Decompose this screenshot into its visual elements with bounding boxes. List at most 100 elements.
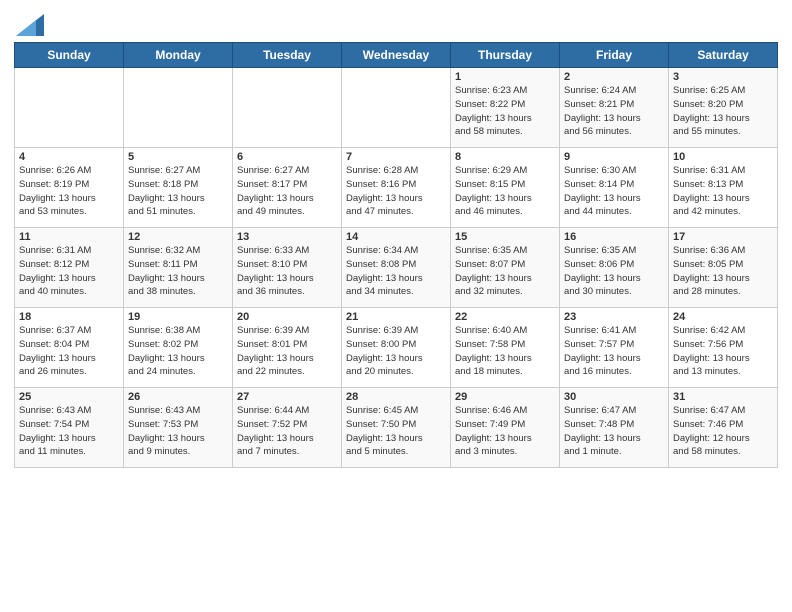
logo — [14, 14, 44, 36]
calendar-cell — [15, 68, 124, 148]
day-info: Sunrise: 6:23 AMSunset: 8:22 PMDaylight:… — [455, 84, 555, 139]
weekday-header-friday: Friday — [560, 43, 669, 68]
day-info: Sunrise: 6:39 AMSunset: 8:01 PMDaylight:… — [237, 324, 337, 379]
day-number: 18 — [19, 311, 119, 323]
day-number: 24 — [673, 311, 773, 323]
day-number: 25 — [19, 391, 119, 403]
calendar-cell: 1Sunrise: 6:23 AMSunset: 8:22 PMDaylight… — [451, 68, 560, 148]
calendar-cell: 25Sunrise: 6:43 AMSunset: 7:54 PMDayligh… — [15, 388, 124, 468]
day-info: Sunrise: 6:28 AMSunset: 8:16 PMDaylight:… — [346, 164, 446, 219]
day-info: Sunrise: 6:37 AMSunset: 8:04 PMDaylight:… — [19, 324, 119, 379]
day-number: 12 — [128, 231, 228, 243]
day-number: 28 — [346, 391, 446, 403]
day-number: 27 — [237, 391, 337, 403]
day-info: Sunrise: 6:25 AMSunset: 8:20 PMDaylight:… — [673, 84, 773, 139]
day-info: Sunrise: 6:45 AMSunset: 7:50 PMDaylight:… — [346, 404, 446, 459]
day-number: 23 — [564, 311, 664, 323]
logo-icon — [16, 14, 44, 36]
day-number: 11 — [19, 231, 119, 243]
weekday-header-wednesday: Wednesday — [342, 43, 451, 68]
weekday-header-row: SundayMondayTuesdayWednesdayThursdayFrid… — [15, 43, 778, 68]
calendar-cell — [233, 68, 342, 148]
weekday-header-saturday: Saturday — [669, 43, 778, 68]
day-number: 5 — [128, 151, 228, 163]
calendar-cell: 30Sunrise: 6:47 AMSunset: 7:48 PMDayligh… — [560, 388, 669, 468]
day-info: Sunrise: 6:31 AMSunset: 8:12 PMDaylight:… — [19, 244, 119, 299]
day-number: 9 — [564, 151, 664, 163]
calendar-cell: 10Sunrise: 6:31 AMSunset: 8:13 PMDayligh… — [669, 148, 778, 228]
calendar-cell: 15Sunrise: 6:35 AMSunset: 8:07 PMDayligh… — [451, 228, 560, 308]
day-info: Sunrise: 6:30 AMSunset: 8:14 PMDaylight:… — [564, 164, 664, 219]
day-number: 26 — [128, 391, 228, 403]
calendar-cell: 16Sunrise: 6:35 AMSunset: 8:06 PMDayligh… — [560, 228, 669, 308]
day-number: 17 — [673, 231, 773, 243]
calendar-cell: 4Sunrise: 6:26 AMSunset: 8:19 PMDaylight… — [15, 148, 124, 228]
day-info: Sunrise: 6:40 AMSunset: 7:58 PMDaylight:… — [455, 324, 555, 379]
day-info: Sunrise: 6:26 AMSunset: 8:19 PMDaylight:… — [19, 164, 119, 219]
calendar-week-row: 4Sunrise: 6:26 AMSunset: 8:19 PMDaylight… — [15, 148, 778, 228]
day-info: Sunrise: 6:24 AMSunset: 8:21 PMDaylight:… — [564, 84, 664, 139]
calendar-cell: 31Sunrise: 6:47 AMSunset: 7:46 PMDayligh… — [669, 388, 778, 468]
calendar-cell: 18Sunrise: 6:37 AMSunset: 8:04 PMDayligh… — [15, 308, 124, 388]
day-info: Sunrise: 6:47 AMSunset: 7:46 PMDaylight:… — [673, 404, 773, 459]
day-number: 19 — [128, 311, 228, 323]
calendar-cell: 6Sunrise: 6:27 AMSunset: 8:17 PMDaylight… — [233, 148, 342, 228]
calendar-week-row: 1Sunrise: 6:23 AMSunset: 8:22 PMDaylight… — [15, 68, 778, 148]
day-number: 29 — [455, 391, 555, 403]
calendar-cell: 5Sunrise: 6:27 AMSunset: 8:18 PMDaylight… — [124, 148, 233, 228]
day-number: 20 — [237, 311, 337, 323]
day-number: 16 — [564, 231, 664, 243]
calendar-cell: 17Sunrise: 6:36 AMSunset: 8:05 PMDayligh… — [669, 228, 778, 308]
day-number: 22 — [455, 311, 555, 323]
day-number: 31 — [673, 391, 773, 403]
day-number: 14 — [346, 231, 446, 243]
weekday-header-thursday: Thursday — [451, 43, 560, 68]
day-info: Sunrise: 6:47 AMSunset: 7:48 PMDaylight:… — [564, 404, 664, 459]
calendar-cell: 13Sunrise: 6:33 AMSunset: 8:10 PMDayligh… — [233, 228, 342, 308]
day-number: 4 — [19, 151, 119, 163]
day-info: Sunrise: 6:29 AMSunset: 8:15 PMDaylight:… — [455, 164, 555, 219]
calendar-cell: 23Sunrise: 6:41 AMSunset: 7:57 PMDayligh… — [560, 308, 669, 388]
calendar-cell: 7Sunrise: 6:28 AMSunset: 8:16 PMDaylight… — [342, 148, 451, 228]
calendar-cell: 8Sunrise: 6:29 AMSunset: 8:15 PMDaylight… — [451, 148, 560, 228]
calendar-cell: 9Sunrise: 6:30 AMSunset: 8:14 PMDaylight… — [560, 148, 669, 228]
day-number: 30 — [564, 391, 664, 403]
day-number: 6 — [237, 151, 337, 163]
day-number: 10 — [673, 151, 773, 163]
day-info: Sunrise: 6:43 AMSunset: 7:53 PMDaylight:… — [128, 404, 228, 459]
day-info: Sunrise: 6:31 AMSunset: 8:13 PMDaylight:… — [673, 164, 773, 219]
calendar-week-row: 25Sunrise: 6:43 AMSunset: 7:54 PMDayligh… — [15, 388, 778, 468]
day-info: Sunrise: 6:39 AMSunset: 8:00 PMDaylight:… — [346, 324, 446, 379]
calendar-cell — [124, 68, 233, 148]
day-number: 13 — [237, 231, 337, 243]
calendar-cell: 19Sunrise: 6:38 AMSunset: 8:02 PMDayligh… — [124, 308, 233, 388]
calendar-cell: 2Sunrise: 6:24 AMSunset: 8:21 PMDaylight… — [560, 68, 669, 148]
calendar-cell — [342, 68, 451, 148]
calendar-cell: 27Sunrise: 6:44 AMSunset: 7:52 PMDayligh… — [233, 388, 342, 468]
calendar-cell: 29Sunrise: 6:46 AMSunset: 7:49 PMDayligh… — [451, 388, 560, 468]
calendar-cell: 24Sunrise: 6:42 AMSunset: 7:56 PMDayligh… — [669, 308, 778, 388]
day-number: 1 — [455, 71, 555, 83]
day-info: Sunrise: 6:35 AMSunset: 8:06 PMDaylight:… — [564, 244, 664, 299]
day-info: Sunrise: 6:36 AMSunset: 8:05 PMDaylight:… — [673, 244, 773, 299]
day-number: 8 — [455, 151, 555, 163]
weekday-header-sunday: Sunday — [15, 43, 124, 68]
day-info: Sunrise: 6:27 AMSunset: 8:18 PMDaylight:… — [128, 164, 228, 219]
day-info: Sunrise: 6:44 AMSunset: 7:52 PMDaylight:… — [237, 404, 337, 459]
day-info: Sunrise: 6:34 AMSunset: 8:08 PMDaylight:… — [346, 244, 446, 299]
calendar-cell: 14Sunrise: 6:34 AMSunset: 8:08 PMDayligh… — [342, 228, 451, 308]
weekday-header-tuesday: Tuesday — [233, 43, 342, 68]
header — [14, 10, 778, 36]
day-info: Sunrise: 6:33 AMSunset: 8:10 PMDaylight:… — [237, 244, 337, 299]
day-info: Sunrise: 6:43 AMSunset: 7:54 PMDaylight:… — [19, 404, 119, 459]
calendar-cell: 3Sunrise: 6:25 AMSunset: 8:20 PMDaylight… — [669, 68, 778, 148]
calendar-cell: 28Sunrise: 6:45 AMSunset: 7:50 PMDayligh… — [342, 388, 451, 468]
calendar-cell: 21Sunrise: 6:39 AMSunset: 8:00 PMDayligh… — [342, 308, 451, 388]
day-info: Sunrise: 6:35 AMSunset: 8:07 PMDaylight:… — [455, 244, 555, 299]
weekday-header-monday: Monday — [124, 43, 233, 68]
day-number: 15 — [455, 231, 555, 243]
day-info: Sunrise: 6:38 AMSunset: 8:02 PMDaylight:… — [128, 324, 228, 379]
day-info: Sunrise: 6:32 AMSunset: 8:11 PMDaylight:… — [128, 244, 228, 299]
day-number: 7 — [346, 151, 446, 163]
calendar-cell: 22Sunrise: 6:40 AMSunset: 7:58 PMDayligh… — [451, 308, 560, 388]
